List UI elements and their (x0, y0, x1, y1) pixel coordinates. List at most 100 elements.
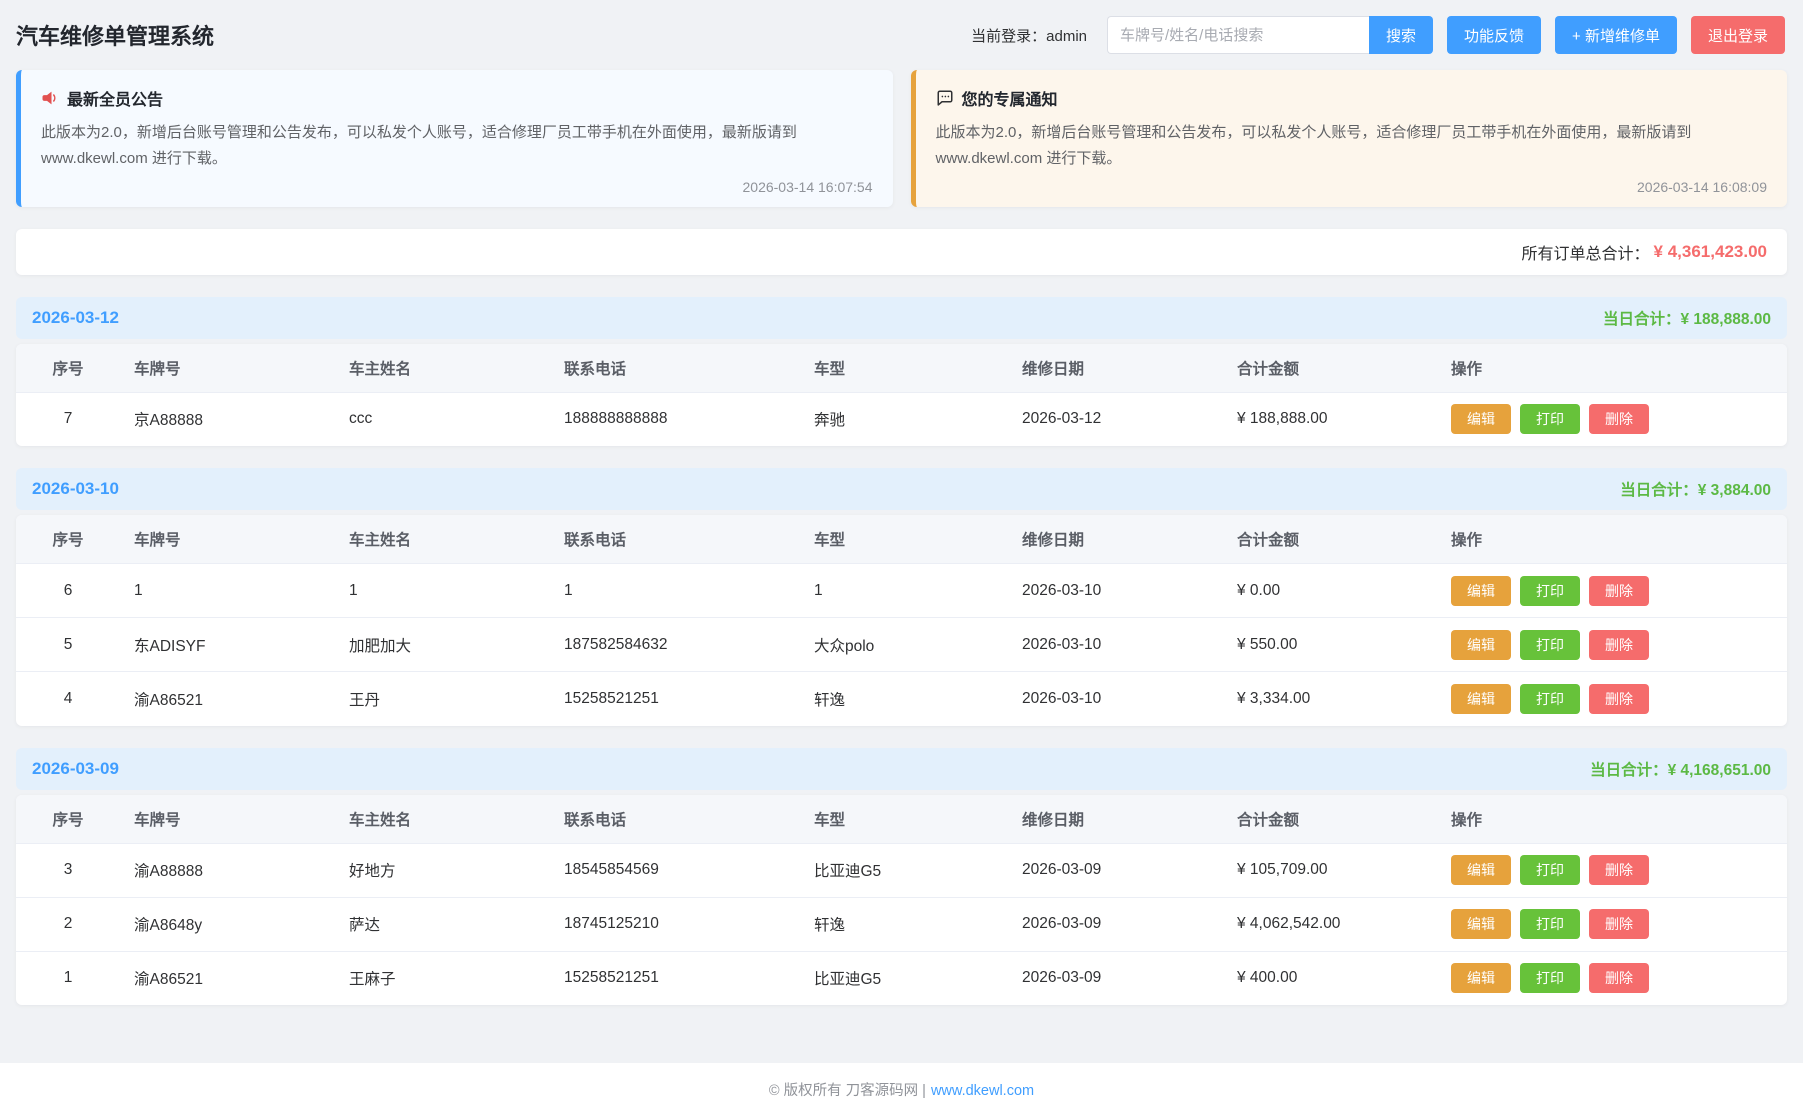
cell-phone: 188888888888 (550, 392, 800, 446)
orders-total-bar: 所有订单总合计： ¥ 4,361,423.00 (16, 229, 1787, 275)
group-daily-total: 当日合计：¥ 4,168,651.00 (1590, 758, 1771, 780)
page: 汽车维修单管理系统 当前登录：admin 搜索 功能反馈 + 新增维修单 退出登… (0, 0, 1803, 1116)
order-groups: 2026-03-12 当日合计：¥ 188,888.00 序号车牌号车主姓名联系… (16, 275, 1787, 1006)
delete-button[interactable]: 删除 (1589, 576, 1649, 606)
column-header: 维修日期 (1008, 795, 1223, 844)
cell-amount: ¥ 550.00 (1223, 618, 1437, 672)
delete-button[interactable]: 删除 (1589, 909, 1649, 939)
delete-button[interactable]: 删除 (1589, 630, 1649, 660)
cell-model: 奔驰 (800, 392, 1008, 446)
orders-table-card: 序号车牌号车主姓名联系电话车型维修日期合计金额操作 7 京A88888 ccc … (16, 344, 1787, 447)
cell-plate: 1 (120, 564, 335, 618)
cell-plate: 京A88888 (120, 392, 335, 446)
cell-owner: ccc (335, 392, 550, 446)
edit-button[interactable]: 编辑 (1451, 855, 1511, 885)
table-header-row: 序号车牌号车主姓名联系电话车型维修日期合计金额操作 (16, 795, 1787, 844)
footer-link[interactable]: www.dkewl.com (931, 1083, 1034, 1099)
add-repair-order-button[interactable]: + 新增维修单 (1555, 16, 1677, 54)
logout-button[interactable]: 退出登录 (1691, 16, 1785, 54)
print-button[interactable]: 打印 (1520, 684, 1580, 714)
column-header: 序号 (16, 795, 120, 844)
orders-table: 序号车牌号车主姓名联系电话车型维修日期合计金额操作 6 1 1 1 1 2026… (16, 515, 1787, 726)
order-group: 2026-03-09 当日合计：¥ 4,168,651.00 序号车牌号车主姓名… (16, 748, 1787, 1006)
cell-seq: 6 (16, 564, 120, 618)
cell-actions: 编辑 打印 删除 (1437, 897, 1787, 951)
delete-button[interactable]: 删除 (1589, 963, 1649, 993)
edit-button[interactable]: 编辑 (1451, 576, 1511, 606)
table-row: 1 渝A86521 王麻子 15258521251 比亚迪G5 2026-03-… (16, 951, 1787, 1005)
edit-button[interactable]: 编辑 (1451, 684, 1511, 714)
print-button[interactable]: 打印 (1520, 404, 1580, 434)
group-daily-total: 当日合计：¥ 3,884.00 (1620, 478, 1771, 500)
speech-bubble-icon (936, 89, 954, 107)
cell-date: 2026-03-09 (1008, 897, 1223, 951)
megaphone-icon (41, 89, 59, 107)
cell-amount: ¥ 3,334.00 (1223, 672, 1437, 726)
edit-button[interactable]: 编辑 (1451, 630, 1511, 660)
orders-total-label: 所有订单总合计： (1522, 240, 1650, 264)
orders-table: 序号车牌号车主姓名联系电话车型维修日期合计金额操作 3 渝A88888 好地方 … (16, 795, 1787, 1006)
table-row: 6 1 1 1 1 2026-03-10 ¥ 0.00 编辑 打印 删除 (16, 564, 1787, 618)
search-button[interactable]: 搜索 (1369, 16, 1433, 54)
footer: © 版权所有 刀客源码网 |www.dkewl.com (0, 1063, 1803, 1116)
column-header: 联系电话 (550, 344, 800, 393)
delete-button[interactable]: 删除 (1589, 684, 1649, 714)
cell-plate: 渝A86521 (120, 672, 335, 726)
search-input[interactable] (1107, 16, 1369, 54)
cell-date: 2026-03-12 (1008, 392, 1223, 446)
cell-seq: 4 (16, 672, 120, 726)
cell-model: 轩逸 (800, 897, 1008, 951)
cell-date: 2026-03-09 (1008, 843, 1223, 897)
group-header-bar: 2026-03-09 当日合计：¥ 4,168,651.00 (16, 748, 1787, 790)
column-header: 序号 (16, 344, 120, 393)
cell-phone: 1 (550, 564, 800, 618)
orders-table-card: 序号车牌号车主姓名联系电话车型维修日期合计金额操作 6 1 1 1 1 2026… (16, 515, 1787, 726)
table-row: 3 渝A88888 好地方 18545854569 比亚迪G5 2026-03-… (16, 843, 1787, 897)
cell-seq: 5 (16, 618, 120, 672)
cell-owner: 好地方 (335, 843, 550, 897)
orders-table-card: 序号车牌号车主姓名联系电话车型维修日期合计金额操作 3 渝A88888 好地方 … (16, 795, 1787, 1006)
column-header: 车牌号 (120, 515, 335, 564)
cell-plate: 渝A86521 (120, 951, 335, 1005)
cell-model: 比亚迪G5 (800, 843, 1008, 897)
print-button[interactable]: 打印 (1520, 855, 1580, 885)
print-button[interactable]: 打印 (1520, 963, 1580, 993)
cell-actions: 编辑 打印 删除 (1437, 951, 1787, 1005)
column-header: 车牌号 (120, 795, 335, 844)
cell-amount: ¥ 400.00 (1223, 951, 1437, 1005)
delete-button[interactable]: 删除 (1589, 855, 1649, 885)
column-header: 合计金额 (1223, 515, 1437, 564)
edit-button[interactable]: 编辑 (1451, 404, 1511, 434)
column-header: 车主姓名 (335, 515, 550, 564)
column-header: 合计金额 (1223, 795, 1437, 844)
print-button[interactable]: 打印 (1520, 909, 1580, 939)
group-date: 2026-03-10 (32, 479, 119, 499)
column-header: 合计金额 (1223, 344, 1437, 393)
orders-table: 序号车牌号车主姓名联系电话车型维修日期合计金额操作 7 京A88888 ccc … (16, 344, 1787, 447)
cell-actions: 编辑 打印 删除 (1437, 618, 1787, 672)
column-header: 车主姓名 (335, 795, 550, 844)
cell-phone: 187582584632 (550, 618, 800, 672)
announcement-title: 最新全员公告 (67, 86, 163, 110)
delete-button[interactable]: 删除 (1589, 404, 1649, 434)
table-header-row: 序号车牌号车主姓名联系电话车型维修日期合计金额操作 (16, 515, 1787, 564)
print-button[interactable]: 打印 (1520, 576, 1580, 606)
cell-owner: 王麻子 (335, 951, 550, 1005)
cell-phone: 15258521251 (550, 951, 800, 1005)
print-button[interactable]: 打印 (1520, 630, 1580, 660)
edit-button[interactable]: 编辑 (1451, 909, 1511, 939)
group-header-bar: 2026-03-10 当日合计：¥ 3,884.00 (16, 468, 1787, 510)
column-header: 车型 (800, 795, 1008, 844)
column-header: 序号 (16, 515, 120, 564)
column-header: 联系电话 (550, 515, 800, 564)
cell-phone: 15258521251 (550, 672, 800, 726)
edit-button[interactable]: 编辑 (1451, 963, 1511, 993)
column-header: 操作 (1437, 344, 1787, 393)
table-row: 2 渝A8648y 萨达 18745125210 轩逸 2026-03-09 ¥… (16, 897, 1787, 951)
feedback-button[interactable]: 功能反馈 (1447, 16, 1541, 54)
personal-notice-timestamp: 2026-03-14 16:08:09 (936, 173, 1768, 195)
cell-actions: 编辑 打印 删除 (1437, 564, 1787, 618)
cell-actions: 编辑 打印 删除 (1437, 843, 1787, 897)
notices-section: 最新全员公告 此版本为2.0，新增后台账号管理和公告发布，可以私发个人账号，适合… (16, 70, 1787, 207)
cell-model: 1 (800, 564, 1008, 618)
